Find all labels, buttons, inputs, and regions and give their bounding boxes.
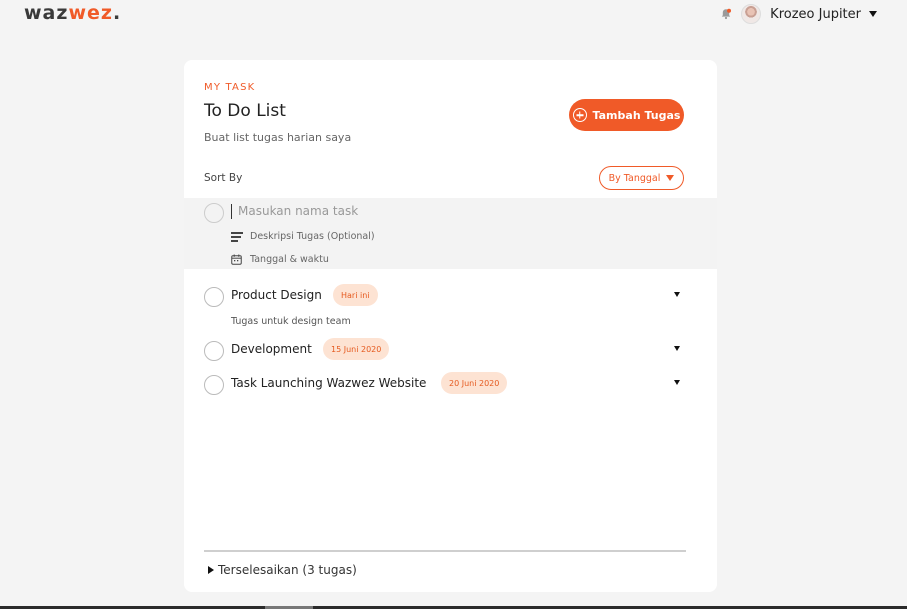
- task-checkbox[interactable]: [204, 287, 224, 307]
- todo-card: MY TASK To Do List Buat list tugas haria…: [184, 60, 717, 592]
- text-cursor: [231, 204, 232, 219]
- avatar[interactable]: [741, 4, 762, 24]
- add-task-button[interactable]: Tambah Tugas: [569, 99, 684, 131]
- new-task-checkbox[interactable]: [204, 203, 224, 223]
- section-eyebrow: MY TASK: [204, 82, 256, 93]
- logo-dot: .: [112, 2, 122, 24]
- calendar-icon: [231, 254, 242, 265]
- expand-task-icon[interactable]: [673, 378, 683, 388]
- task-checkbox[interactable]: [204, 375, 224, 395]
- expand-task-icon[interactable]: [673, 344, 683, 354]
- task-datetime-placeholder: Tanggal & waktu: [250, 254, 329, 265]
- task-title[interactable]: Product Design: [231, 288, 322, 302]
- sort-dropdown-value: By Tanggal: [608, 172, 661, 184]
- plus-circle-icon: [572, 108, 587, 122]
- task-description-field[interactable]: Deskripsi Tugas (Optional): [231, 231, 375, 242]
- task-date-badge: Hari ini: [333, 284, 378, 306]
- logo-part-wez: wez: [68, 2, 113, 24]
- task-date-badge: 20 Juni 2020: [441, 372, 508, 394]
- user-name[interactable]: Krozeo Jupiter: [770, 7, 861, 22]
- task-checkbox[interactable]: [204, 341, 224, 361]
- bell-icon[interactable]: [720, 8, 732, 20]
- caret-down-icon: [666, 175, 675, 181]
- task-title[interactable]: Task Launching Wazwez Website: [231, 376, 426, 390]
- task-description: Tugas untuk design team: [231, 316, 351, 327]
- task-datetime-field[interactable]: Tanggal & waktu: [231, 254, 329, 265]
- task-name-input[interactable]: [238, 201, 538, 221]
- logo-part-waz: waz: [24, 2, 69, 24]
- completed-tasks-label: Terselesaikan (3 tugas): [218, 563, 357, 577]
- page-subtitle: Buat list tugas harian saya: [204, 131, 352, 144]
- chevron-down-icon[interactable]: [869, 11, 877, 17]
- task-description-placeholder: Deskripsi Tugas (Optional): [250, 231, 375, 242]
- add-task-button-label: Tambah Tugas: [592, 108, 681, 122]
- caret-right-icon: [208, 566, 214, 574]
- sort-dropdown[interactable]: By Tanggal: [599, 166, 684, 190]
- new-task-form: Deskripsi Tugas (Optional) Tanggal & wak…: [184, 198, 717, 269]
- divider: [204, 550, 686, 552]
- wazwez-logo[interactable]: wazwez.: [24, 2, 121, 24]
- task-title[interactable]: Development: [231, 342, 312, 356]
- sort-label: Sort By: [204, 172, 243, 184]
- page-title: To Do List: [204, 101, 286, 121]
- expand-task-icon[interactable]: [673, 290, 683, 300]
- completed-tasks-toggle[interactable]: Terselesaikan (3 tugas): [208, 563, 357, 577]
- user-bar: Krozeo Jupiter: [720, 3, 877, 25]
- text-lines-icon: [231, 232, 243, 242]
- task-date-badge: 15 Juni 2020: [323, 338, 390, 360]
